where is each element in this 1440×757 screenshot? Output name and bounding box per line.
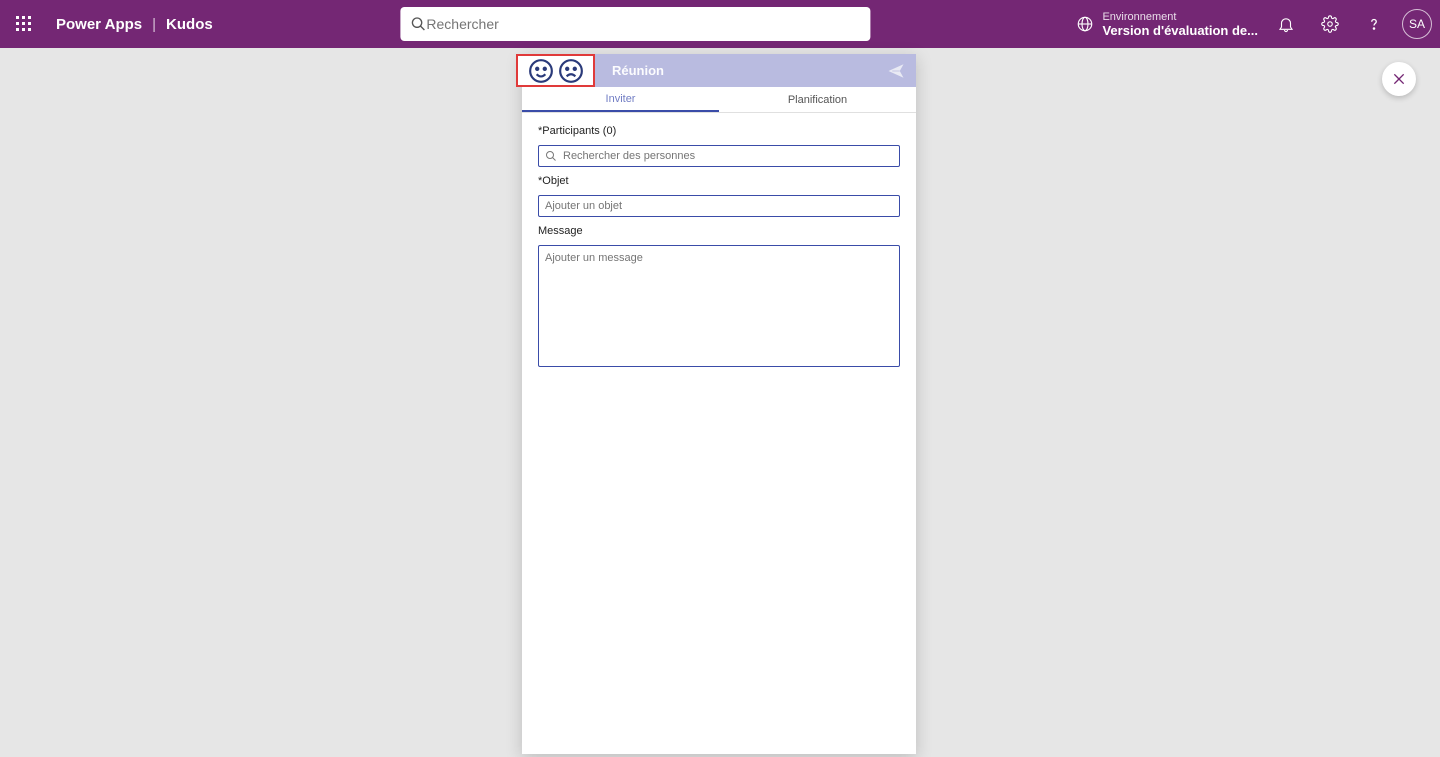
participants-input[interactable] bbox=[563, 150, 893, 162]
environment-selector[interactable]: Environnement Version d'évaluation de... bbox=[1076, 11, 1258, 38]
environment-name: Version d'évaluation de... bbox=[1102, 23, 1258, 38]
participants-field[interactable] bbox=[538, 145, 900, 167]
invite-form: *Participants (0) *Objet Message bbox=[522, 113, 916, 379]
topbar-right: Environnement Version d'évaluation de...… bbox=[1076, 8, 1432, 40]
app-launcher-button[interactable] bbox=[8, 8, 40, 40]
environment-label: Environnement bbox=[1102, 11, 1258, 23]
brand-divider: | bbox=[152, 16, 156, 33]
feedback-highlight[interactable] bbox=[516, 54, 595, 87]
environment-text: Environnement Version d'évaluation de... bbox=[1102, 11, 1258, 38]
subject-label: *Objet bbox=[538, 175, 900, 187]
brand-name[interactable]: Power Apps bbox=[56, 16, 142, 33]
close-button[interactable] bbox=[1382, 62, 1416, 96]
close-icon bbox=[1391, 71, 1407, 87]
panel-tabs: Inviter Planification bbox=[522, 87, 916, 113]
app-name[interactable]: Kudos bbox=[166, 16, 213, 33]
notifications-button[interactable] bbox=[1270, 8, 1302, 40]
search-icon bbox=[545, 150, 557, 162]
subject-field[interactable] bbox=[538, 195, 900, 217]
gear-icon bbox=[1321, 15, 1339, 33]
user-avatar[interactable]: SA bbox=[1402, 9, 1432, 39]
meeting-panel: Réunion Inviter Planification *Participa… bbox=[522, 54, 916, 754]
settings-button[interactable] bbox=[1314, 8, 1346, 40]
send-icon bbox=[887, 62, 905, 80]
tab-invite[interactable]: Inviter bbox=[522, 87, 719, 112]
help-icon bbox=[1365, 15, 1383, 33]
top-bar: Power Apps | Kudos Environnement Version… bbox=[0, 0, 1440, 48]
waffle-icon bbox=[16, 16, 32, 32]
subject-input[interactable] bbox=[545, 200, 893, 212]
search-input[interactable] bbox=[426, 16, 860, 32]
brand-block: Power Apps | Kudos bbox=[56, 16, 213, 33]
search-icon bbox=[410, 16, 426, 32]
global-search[interactable] bbox=[400, 7, 870, 41]
smile-icon bbox=[528, 58, 554, 84]
help-button[interactable] bbox=[1358, 8, 1390, 40]
panel-title: Réunion bbox=[612, 63, 884, 78]
canvas-area: Réunion Inviter Planification *Participa… bbox=[0, 48, 1440, 757]
participants-label: *Participants (0) bbox=[538, 125, 900, 137]
user-initials: SA bbox=[1409, 17, 1425, 31]
bell-icon bbox=[1277, 15, 1295, 33]
frown-icon bbox=[558, 58, 584, 84]
message-textarea[interactable] bbox=[538, 245, 900, 367]
message-label: Message bbox=[538, 225, 900, 237]
globe-icon bbox=[1076, 15, 1094, 33]
send-button[interactable] bbox=[884, 59, 908, 83]
tab-schedule[interactable]: Planification bbox=[719, 87, 916, 112]
